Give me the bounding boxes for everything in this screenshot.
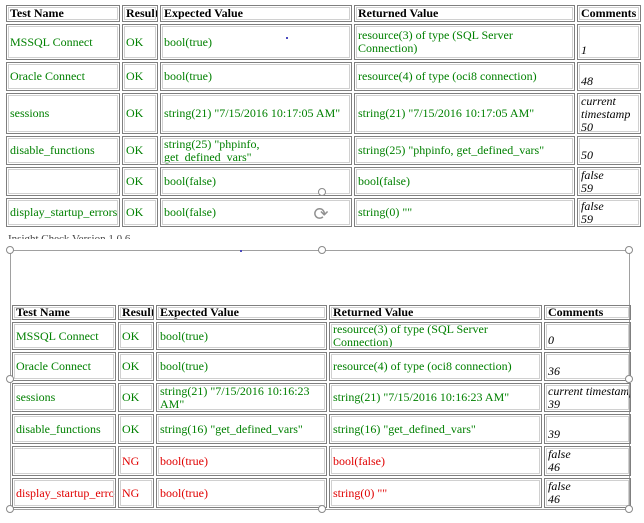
comments-cell: 39 xyxy=(544,414,631,444)
returned-value-cell: bool(false) xyxy=(354,167,575,196)
column-header: Test Name xyxy=(12,305,116,320)
column-header: Returned Value xyxy=(354,5,575,22)
resize-handle[interactable] xyxy=(318,505,326,513)
comment-line: 59 xyxy=(581,212,593,226)
result-cell: OK xyxy=(118,322,154,350)
test-name-cell: display_startup_errors xyxy=(12,478,116,508)
column-header: Test Name xyxy=(6,5,120,22)
resize-handle[interactable] xyxy=(625,505,633,513)
comment-line: 39 xyxy=(548,397,560,411)
returned-value-cell: string(0) "" xyxy=(329,478,542,508)
resize-handle[interactable] xyxy=(318,246,326,254)
resize-handle[interactable] xyxy=(6,505,14,513)
comments-cell: 36 xyxy=(544,352,631,381)
expected-value-cell: string(21) "7/15/2016 10:16:23 AM" xyxy=(156,383,327,412)
comments-cell: 50 xyxy=(577,136,641,165)
comment-line: 50 xyxy=(581,120,593,134)
returned-value-cell: string(16) "get_defined_vars" xyxy=(329,414,542,444)
result-cell: NG xyxy=(118,478,154,508)
comments-cell: current timestamp 39 xyxy=(544,383,631,412)
test-name-cell: sessions xyxy=(6,93,120,134)
result-cell: OK xyxy=(122,136,158,165)
result-cell: OK xyxy=(118,383,154,412)
test-name-cell xyxy=(12,446,116,476)
column-header: Comments xyxy=(577,5,641,22)
column-header: Result xyxy=(122,5,158,22)
result-cell: OK xyxy=(122,62,158,91)
test-name-cell: display_startup_errors xyxy=(6,198,120,227)
expected-value-cell: bool(true) xyxy=(156,478,327,508)
version-text: Insight Check Version 1.0.6 xyxy=(8,233,131,239)
expected-value-cell: string(25) "phpinfo, get_defined_vars" xyxy=(160,136,352,165)
test-name-cell xyxy=(6,167,120,196)
stray-dot xyxy=(240,250,242,252)
resize-handle[interactable] xyxy=(625,375,633,383)
expected-value-cell: bool(true) xyxy=(160,24,352,60)
expected-value-cell: bool(true) xyxy=(156,322,327,350)
expected-value-cell: bool(true) xyxy=(156,352,327,381)
rotate-icon[interactable]: ⟳ xyxy=(312,206,330,224)
returned-value-cell: string(25) "phpinfo, get_defined_vars" xyxy=(354,136,575,165)
test-name-cell: MSSQL Connect xyxy=(12,322,116,350)
result-cell: OK xyxy=(122,167,158,196)
comments-cell: false 59 xyxy=(577,198,641,227)
resize-handle[interactable] xyxy=(318,188,326,196)
comment-line: 0 xyxy=(548,333,554,347)
expected-value-cell: string(21) "7/15/2016 10:17:05 AM" xyxy=(160,93,352,134)
comments-cell: false 46 xyxy=(544,478,631,508)
resize-handle[interactable] xyxy=(625,246,633,254)
expected-value-cell: bool(true) xyxy=(156,446,327,476)
comment-line: 46 xyxy=(548,460,560,474)
returned-value-cell: resource(3) of type (SQL Server Connecti… xyxy=(329,322,542,350)
result-cell: OK xyxy=(118,414,154,444)
comment-line: 50 xyxy=(581,148,593,162)
result-cell: NG xyxy=(118,446,154,476)
comment-line: 48 xyxy=(581,74,593,88)
comment-line: 1 xyxy=(581,43,587,57)
resize-handle[interactable] xyxy=(6,375,14,383)
resize-handle[interactable] xyxy=(6,246,14,254)
column-header: Expected Value xyxy=(156,305,327,320)
comment-line: 39 xyxy=(548,427,560,441)
comment-line: 46 xyxy=(548,492,560,506)
returned-value-cell: resource(4) of type (oci8 connection) xyxy=(329,352,542,381)
returned-value-cell: string(0) "" xyxy=(354,198,575,227)
returned-value-cell: resource(4) of type (oci8 connection) xyxy=(354,62,575,91)
column-header: Result xyxy=(118,305,154,320)
expected-value-cell: bool(true) xyxy=(160,62,352,91)
test-name-cell: disable_functions xyxy=(12,414,116,444)
comments-cell: 48 xyxy=(577,62,641,91)
expected-value-cell: string(16) "get_defined_vars" xyxy=(156,414,327,444)
returned-value-cell: string(21) "7/15/2016 10:16:23 AM" xyxy=(329,383,542,412)
comments-cell: 0 xyxy=(544,322,631,350)
comments-cell: false 46 xyxy=(544,446,631,476)
test-name-cell: disable_functions xyxy=(6,136,120,165)
result-cell: OK xyxy=(122,24,158,60)
comment-line: 36 xyxy=(548,364,560,378)
result-cell: OK xyxy=(118,352,154,381)
returned-value-cell: resource(3) of type (SQL Server Connecti… xyxy=(354,24,575,60)
test-name-cell: Oracle Connect xyxy=(6,62,120,91)
column-header: Comments xyxy=(544,305,631,320)
test-name-cell: MSSQL Connect xyxy=(6,24,120,60)
test-name-cell: Oracle Connect xyxy=(12,352,116,381)
returned-value-cell: bool(false) xyxy=(329,446,542,476)
stray-dot xyxy=(286,37,288,39)
comment-line: 59 xyxy=(581,181,593,195)
result-cell: OK xyxy=(122,93,158,134)
result-cell: OK xyxy=(122,198,158,227)
column-header: Expected Value xyxy=(160,5,352,22)
column-header: Returned Value xyxy=(329,305,542,320)
test-name-cell: sessions xyxy=(12,383,116,412)
comments-cell: 1 xyxy=(577,24,641,60)
comments-cell: current timestamp 50 xyxy=(577,93,641,134)
returned-value-cell: string(21) "7/15/2016 10:17:05 AM" xyxy=(354,93,575,134)
comments-cell: false 59 xyxy=(577,167,641,196)
